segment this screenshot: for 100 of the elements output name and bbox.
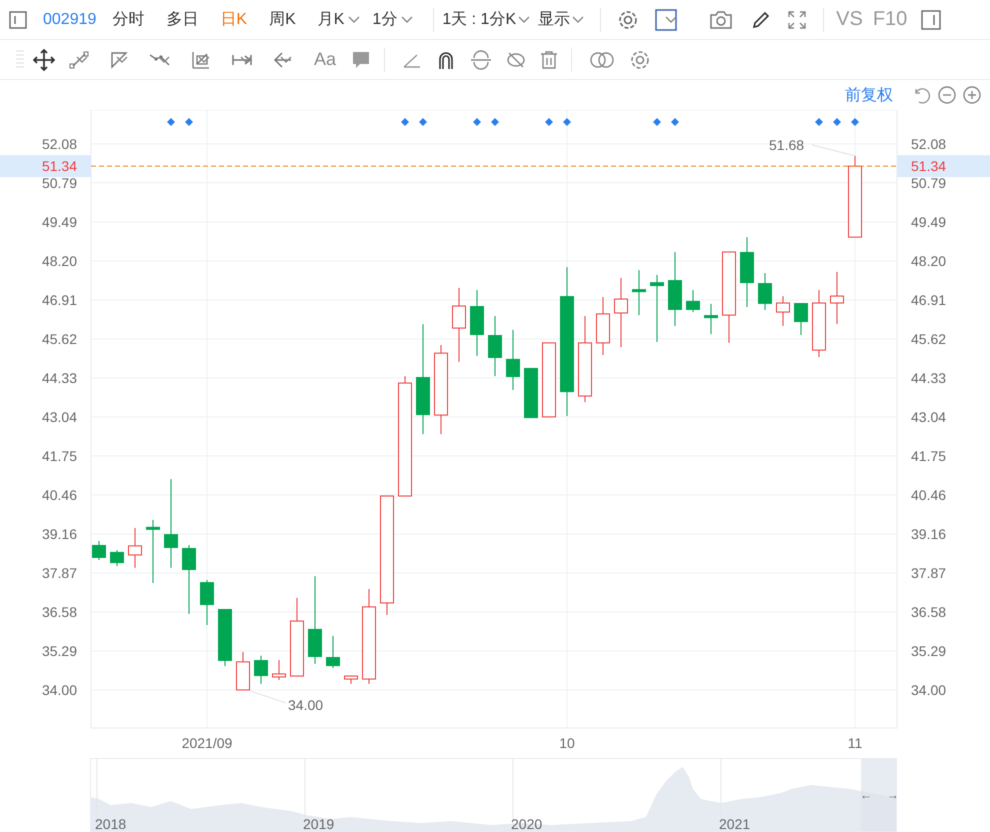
y-axis-label: 41.75 xyxy=(911,448,946,464)
y-axis-label: 34.00 xyxy=(42,682,77,698)
event-marker-icon[interactable] xyxy=(545,118,553,126)
caret-icon[interactable] xyxy=(348,16,360,24)
panel-toggle-icon[interactable] xyxy=(921,10,942,30)
y-axis-label: 44.33 xyxy=(911,370,946,386)
y-axis-label: 50.79 xyxy=(42,174,77,191)
year-label: 2019 xyxy=(303,816,334,831)
period-tab[interactable]: 1分 xyxy=(372,9,398,30)
zoom-out-icon[interactable] xyxy=(937,85,957,105)
y-axis-label: 45.62 xyxy=(42,330,77,347)
period-tab[interactable]: 日K xyxy=(220,9,248,30)
line-tool-icon[interactable] xyxy=(69,50,89,70)
y-axis-label: 35.29 xyxy=(42,642,77,659)
fullscreen-icon[interactable] xyxy=(787,10,808,30)
x-axis-label: 2021/09 xyxy=(182,735,232,751)
trash-icon[interactable] xyxy=(540,50,558,70)
y-axis-label: 43.04 xyxy=(42,408,77,425)
overlap-circles-icon[interactable] xyxy=(589,50,616,68)
comment-icon[interactable] xyxy=(351,50,372,70)
caret-icon[interactable] xyxy=(280,56,292,64)
event-marker-icon[interactable] xyxy=(833,118,841,126)
caret-icon[interactable] xyxy=(572,16,584,24)
period-tab[interactable]: 分时 xyxy=(112,9,144,30)
y-axis-label: 41.75 xyxy=(42,448,77,464)
adjust-mode-link[interactable]: 前复权 xyxy=(845,84,893,106)
pencil-icon[interactable] xyxy=(751,10,772,30)
settings-icon[interactable] xyxy=(629,48,652,70)
leader-line xyxy=(812,144,856,156)
y-axis-label: 50.79 xyxy=(911,174,946,191)
high-price-label: 51.68 xyxy=(769,136,804,153)
event-marker-icon[interactable] xyxy=(401,118,409,126)
event-marker-icon[interactable] xyxy=(473,118,481,126)
polygon-tool-icon[interactable] xyxy=(109,50,129,70)
event-marker-icon[interactable] xyxy=(653,118,661,126)
year-label: 2018 xyxy=(95,816,126,831)
y-axis-label: 45.62 xyxy=(911,330,946,347)
last-price-label: 51.34 xyxy=(42,158,77,174)
y-axis-label: 46.91 xyxy=(911,292,946,308)
period-tab[interactable]: 多日 xyxy=(166,9,198,30)
square-icon[interactable] xyxy=(655,8,678,30)
y-axis-label: 37.87 xyxy=(911,565,946,582)
eye-off-icon[interactable] xyxy=(506,50,526,70)
y-axis-label: 49.49 xyxy=(911,214,946,230)
y-axis-label: 46.91 xyxy=(42,292,77,308)
event-marker-icon[interactable] xyxy=(563,118,571,126)
y-axis-label: 48.20 xyxy=(911,253,946,270)
event-marker-icon[interactable] xyxy=(491,118,499,126)
caret-icon[interactable] xyxy=(240,56,252,64)
caret-icon[interactable] xyxy=(401,16,414,24)
leader-line xyxy=(250,690,286,704)
y-axis-label: 37.87 xyxy=(42,565,77,582)
low-price-label: 34.00 xyxy=(288,696,324,713)
event-marker-icon[interactable] xyxy=(167,118,175,126)
y-axis-label: 48.20 xyxy=(42,253,77,270)
y-axis-label: 39.16 xyxy=(911,526,946,542)
left-handle-arrow[interactable]: ← xyxy=(860,788,872,802)
camera-icon[interactable] xyxy=(709,10,734,30)
y-axis-label: 35.29 xyxy=(911,642,946,659)
event-marker-icon[interactable] xyxy=(185,118,193,126)
arrow-left-icon[interactable] xyxy=(273,50,293,70)
candlestick xyxy=(650,274,664,342)
last-price-label: 51.34 xyxy=(911,158,946,174)
range-dropdown[interactable]: 1天 : 1分K xyxy=(442,9,516,30)
display-dropdown[interactable]: 显示 xyxy=(538,9,570,30)
text-tool-button[interactable]: Aa xyxy=(314,49,336,70)
y-axis-label: 52.08 xyxy=(911,136,946,152)
candlestick xyxy=(182,544,196,614)
caret-icon[interactable] xyxy=(665,16,678,24)
f10-button[interactable]: F10 xyxy=(872,8,908,31)
period-tab[interactable]: 月K xyxy=(318,9,344,30)
sync-icon[interactable] xyxy=(470,50,492,70)
sidebar-toggle-icon[interactable] xyxy=(9,10,27,28)
period-tab[interactable]: 周K xyxy=(269,9,296,30)
y-axis-label: 34.00 xyxy=(911,682,946,698)
settings-icon[interactable] xyxy=(617,8,640,30)
event-marker-icon[interactable] xyxy=(851,118,859,126)
candlestick xyxy=(812,290,826,358)
caret-icon[interactable] xyxy=(198,56,210,64)
y-axis-label: 36.58 xyxy=(42,604,77,620)
move-icon[interactable] xyxy=(33,48,55,70)
stock-code[interactable]: 002919 xyxy=(43,10,96,28)
caret-icon[interactable] xyxy=(116,56,128,64)
compare-button[interactable]: VS xyxy=(836,8,863,31)
event-marker-icon[interactable] xyxy=(419,118,427,126)
event-marker-icon[interactable] xyxy=(671,118,679,126)
caret-icon[interactable] xyxy=(518,16,530,24)
y-axis-label: 36.58 xyxy=(911,604,946,620)
y-axis-label: 40.46 xyxy=(42,486,77,503)
y-axis-label: 52.08 xyxy=(42,136,77,152)
grid-tool-icon[interactable] xyxy=(191,50,211,70)
candlestick xyxy=(830,271,844,325)
caret-icon[interactable] xyxy=(76,56,88,64)
event-marker-icon[interactable] xyxy=(815,118,823,126)
y-axis-label: 39.16 xyxy=(42,526,77,542)
caret-icon[interactable] xyxy=(158,56,170,64)
x-axis-label: 11 xyxy=(848,735,862,751)
y-axis-label: 40.46 xyxy=(911,486,946,503)
x-axis-label: 10 xyxy=(559,735,575,751)
zoom-in-icon[interactable] xyxy=(962,85,982,105)
